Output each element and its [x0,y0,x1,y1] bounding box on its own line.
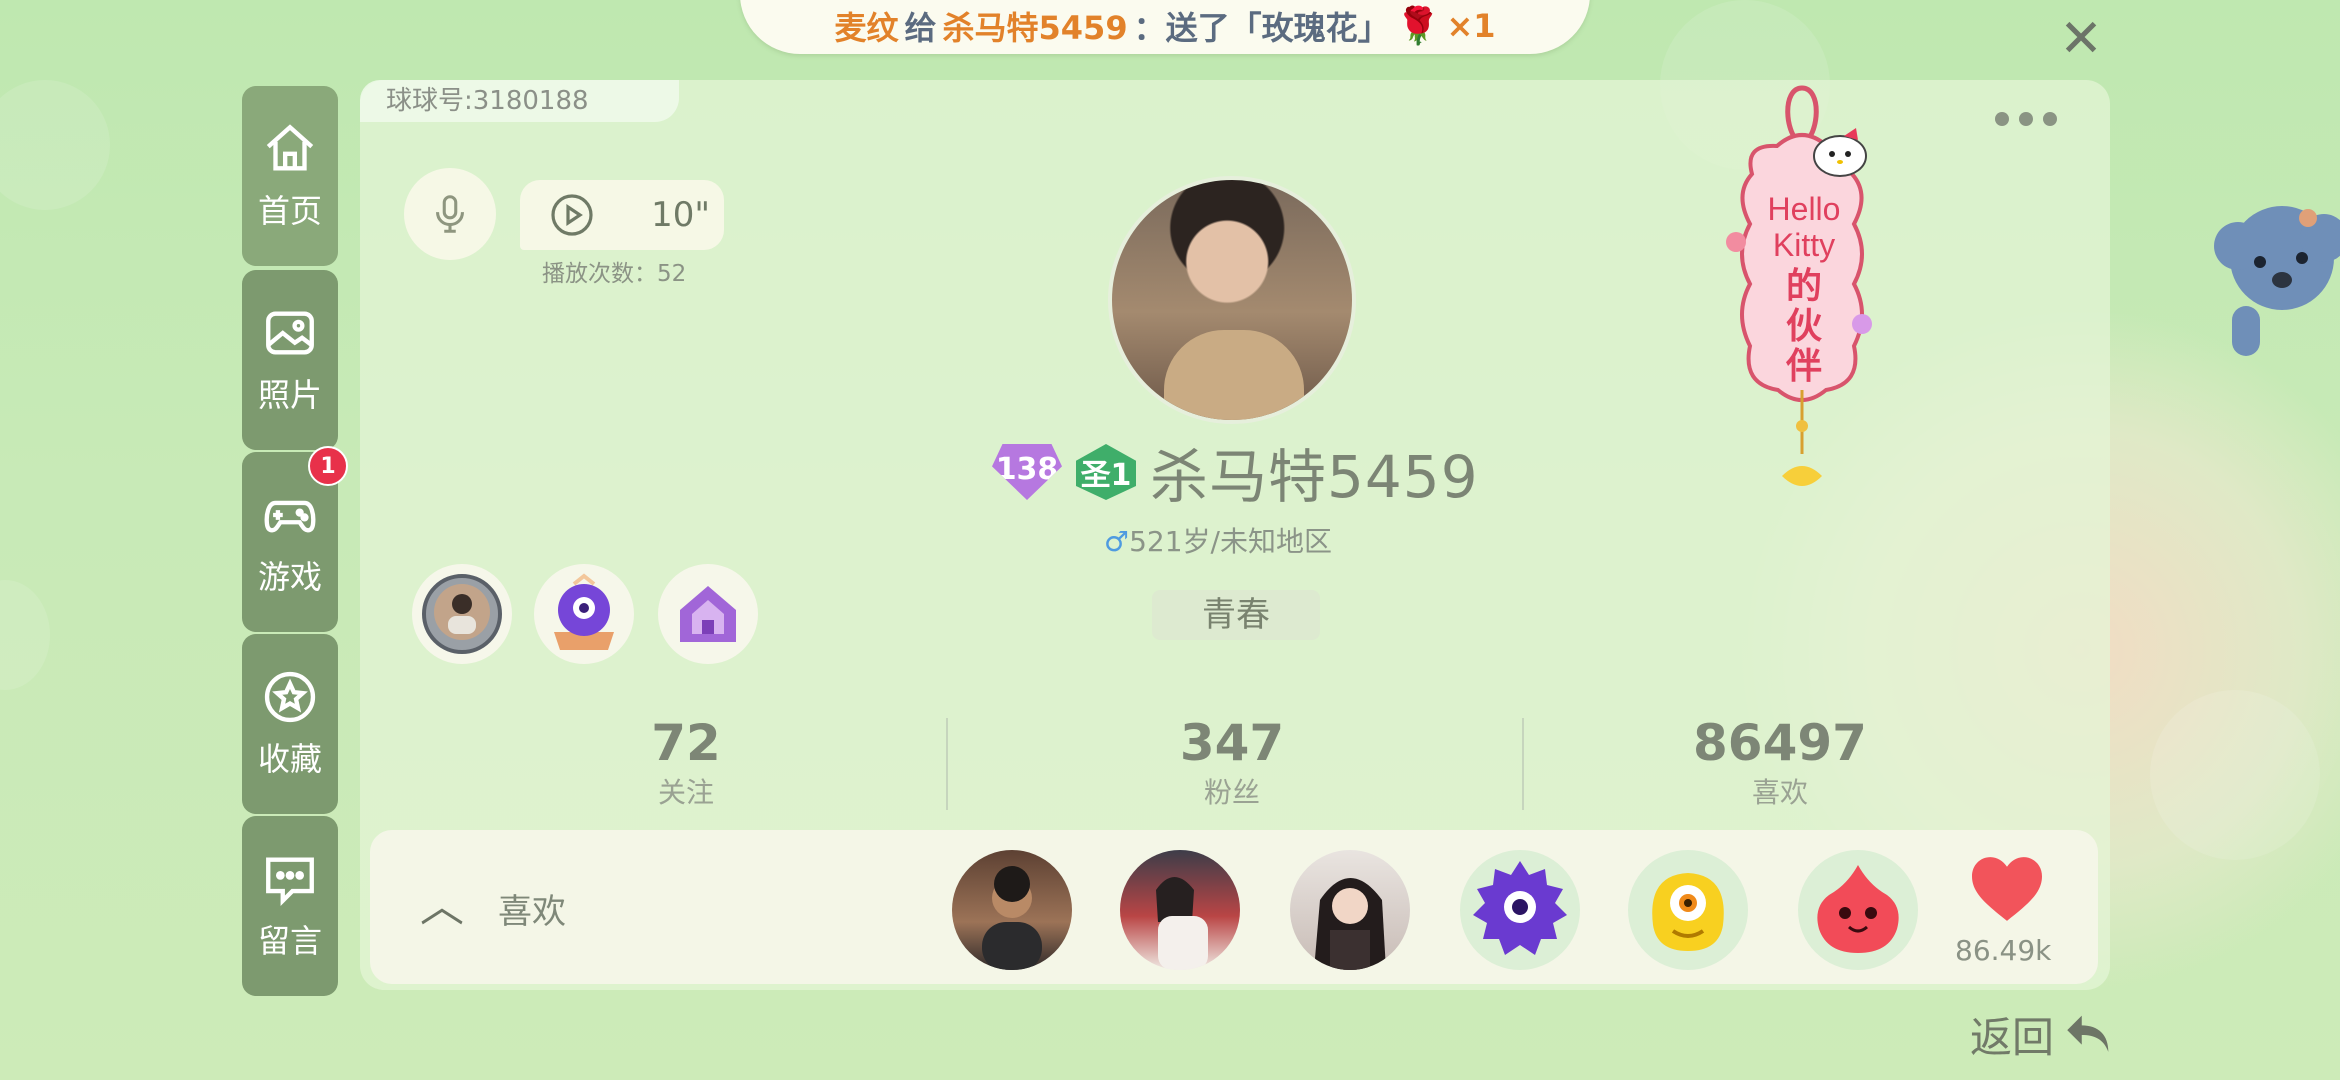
nav-item-games[interactable]: 1 游戏 [242,446,348,632]
voice-duration: 10" [651,195,710,235]
liker-monster-red[interactable] [1798,850,1918,970]
stats-row: 72 关注 347 粉丝 86497 喜欢 [360,715,2110,815]
nav-label: 收藏 [257,740,322,778]
medal-avatar-frame[interactable] [412,564,512,664]
medal-monster-ribbon[interactable] [534,564,634,664]
age-region: ♂521岁/未知地区 [1104,520,1332,560]
back-label: 返回 [1970,1013,2055,1062]
gamepad-icon [264,500,316,533]
nav-item-favorites[interactable]: 收藏 [242,634,338,814]
yellow-monster-icon [1652,873,1724,951]
red-monster-icon [1817,865,1899,953]
record-voice-button[interactable] [404,168,496,260]
liker-monster-yellow[interactable] [1628,850,1748,970]
play-count: 播放次数：52 [542,261,687,287]
hello-kitty-partner-badge[interactable]: Hello Kitty 的 伙 伴 [1722,84,1882,504]
nav-item-messages[interactable]: 留言 [242,816,338,996]
stat-divider [1522,718,1524,810]
following-count: 72 [651,714,721,772]
total-likes-count: 86.49k [1955,934,2052,967]
followers-stat[interactable]: 347 粉丝 [1082,715,1382,811]
home-icon [266,124,314,171]
kitty-text-kitty: Kitty [1773,227,1835,263]
personality-tag: 青春 [1152,590,1320,640]
background-bubble [0,80,110,210]
likes-stat[interactable]: 86497 喜欢 [1630,715,1930,811]
name-row: 138 圣1 杀马特5459 [992,430,1479,514]
banner-sent-text: ：送了「玫瑰花」 [1133,9,1390,47]
followers-count: 347 [1179,714,1285,772]
profile-avatar[interactable] [1108,176,1356,424]
microphone-icon [436,195,464,233]
banner-sender: 麦纹 [834,9,899,47]
followers-label: 粉丝 [1203,776,1260,809]
nav-label: 游戏 [257,558,322,596]
saint-badge: 圣1 [1076,444,1136,500]
monster-medal-icon [554,573,614,650]
voice-intro-player[interactable]: 10" [520,180,724,250]
kitty-text-hello: Hello [1768,191,1841,227]
following-label: 关注 [657,776,714,809]
avatar-frame-medal-icon [422,574,502,654]
back-arrow-icon [2067,1015,2109,1052]
nickname: 杀马特5459 [1150,443,1479,511]
kitty-text-huo: 伙 [1786,306,1822,347]
kitty-text-de: 的 [1786,266,1822,307]
male-icon: ♂ [1104,525,1130,558]
more-options-icon[interactable] [1995,112,2057,126]
kitty-text-ban: 伴 [1785,346,1822,387]
play-icon [551,194,593,236]
star-icon [264,671,316,723]
chevron-up-icon[interactable]: ︿ [420,870,464,934]
liker-avatar[interactable] [1120,850,1240,970]
age-region-text: 521岁/未知地区 [1129,525,1332,558]
medal-purple-home[interactable] [658,564,758,664]
background-bubble [0,580,50,690]
nav-label: 留言 [257,922,322,960]
liker-photo [1314,878,1386,970]
background-bubble [2150,690,2320,860]
nav-item-home[interactable]: 首页 [242,86,338,266]
nav-item-photos[interactable]: 照片 [242,270,338,450]
liker-monster-purple[interactable] [1460,850,1580,970]
nav-label: 照片 [257,376,322,414]
level-badge: 138 [992,444,1062,500]
heart-icon[interactable] [1968,854,2046,924]
gift-announcement-banner: 麦纹 给 杀马特5459 ：送了「玫瑰花」 🌹 ×1 [740,0,1590,54]
banner-count: ×1 [1446,7,1496,45]
close-icon[interactable]: ✕ [2056,13,2106,65]
likes-bar-label: 喜欢 [498,892,566,932]
back-button[interactable]: 返回 [1970,1004,2118,1065]
banner-give-text: 给 [904,9,937,47]
liker-avatar[interactable] [1290,850,1410,970]
purple-monster-icon [1473,861,1567,955]
liker-photo [1156,877,1208,970]
likes-label: 喜欢 [1751,776,1808,809]
notification-badge: 1 [308,446,348,486]
chat-icon [266,857,314,907]
nav-label: 首页 [257,192,322,230]
koala-mascot[interactable] [2212,188,2340,368]
rose-icon: 🌹 [1395,6,1441,47]
liker-photo [982,866,1042,970]
following-stat[interactable]: 72 关注 [536,715,836,811]
stat-divider [946,718,948,810]
image-icon [266,311,314,355]
likes-count: 86497 [1693,714,1867,772]
user-id-label: 球球号:3180188 [360,80,679,122]
home-medal-icon [680,586,736,642]
liker-avatar[interactable] [952,850,1072,970]
banner-receiver: 杀马特5459 [942,9,1128,47]
likes-bar: ︿ 喜欢 86.49k [370,830,2098,984]
